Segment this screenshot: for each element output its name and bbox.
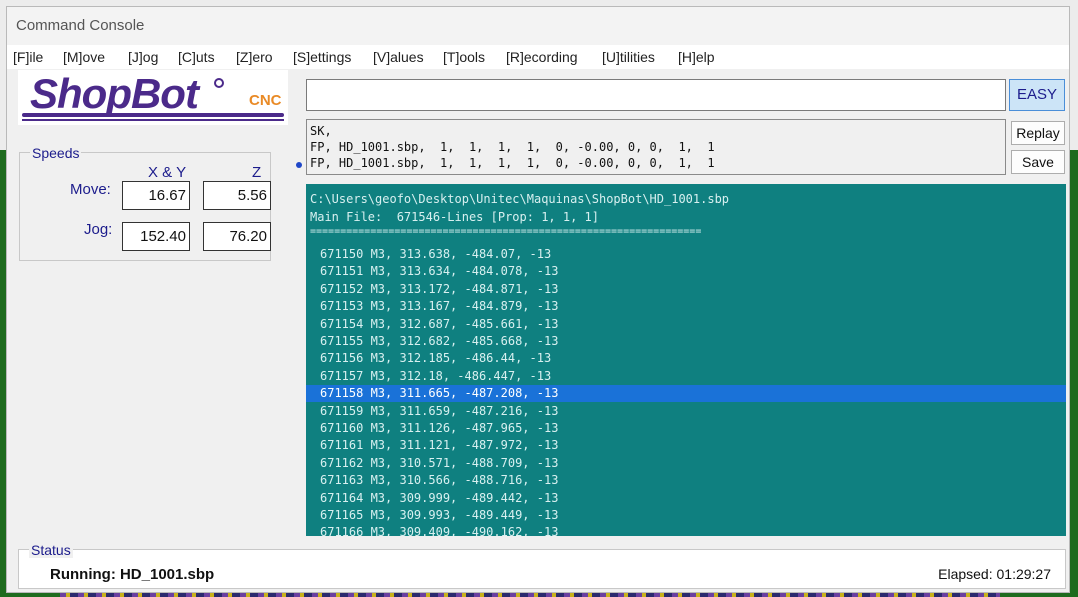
menu-recording[interactable]: [R]ecording bbox=[506, 49, 578, 65]
status-elapsed: Elapsed: 01:29:27 bbox=[938, 566, 1051, 582]
menu-utilities[interactable]: [U]tilities bbox=[602, 49, 655, 65]
menu-zero[interactable]: [Z]ero bbox=[236, 49, 273, 65]
menu-bar: [F]ile [M]ove [J]og [C]uts [Z]ero [S]ett… bbox=[7, 45, 1069, 69]
console-line[interactable]: 671161 M3, 311.121, -487.972, -13 bbox=[306, 437, 1066, 454]
history-line: FP, HD_1001.sbp, 1, 1, 1, 1, 0, -0.00, 0… bbox=[310, 156, 715, 170]
console-line[interactable]: 671151 M3, 313.634, -484.078, -13 bbox=[306, 263, 1066, 280]
menu-file[interactable]: [F]ile bbox=[13, 49, 43, 65]
move-z-field[interactable]: 5.56 bbox=[203, 181, 271, 210]
jog-z-field[interactable]: 76.20 bbox=[203, 222, 271, 251]
easy-button[interactable]: EASY bbox=[1009, 79, 1065, 111]
console-line[interactable]: 671163 M3, 310.566, -488.716, -13 bbox=[306, 472, 1066, 489]
speeds-group: Speeds X & Y Z Move: Jog: 16.67 5.56 152… bbox=[19, 145, 271, 261]
console-line[interactable]: 671160 M3, 311.126, -487.965, -13 bbox=[306, 420, 1066, 437]
console-line[interactable]: 671155 M3, 312.682, -485.668, -13 bbox=[306, 333, 1066, 350]
command-input[interactable] bbox=[306, 79, 1006, 111]
menu-help[interactable]: [H]elp bbox=[678, 49, 715, 65]
z-header: Z bbox=[252, 164, 262, 181]
console-separator: ========================================… bbox=[310, 226, 702, 237]
menu-jog[interactable]: [J]og bbox=[128, 49, 158, 65]
jog-label: Jog: bbox=[84, 221, 113, 238]
window-title: Command Console bbox=[7, 7, 1069, 45]
menu-cuts[interactable]: [C]uts bbox=[178, 49, 215, 65]
logo-cnc: CNC bbox=[249, 92, 282, 109]
logo-underline bbox=[22, 113, 284, 117]
console-line[interactable]: 671162 M3, 310.571, -488.709, -13 bbox=[306, 455, 1066, 472]
command-history[interactable]: SK, FP, HD_1001.sbp, 1, 1, 1, 1, 0, -0.0… bbox=[306, 119, 1006, 175]
console-line[interactable]: 671152 M3, 313.172, -484.871, -13 bbox=[306, 281, 1066, 298]
status-running: Running: HD_1001.sbp bbox=[50, 566, 215, 583]
speeds-legend: Speeds bbox=[30, 145, 82, 161]
console-main-file: Main File: 671546-Lines [Prop: 1, 1, 1] bbox=[310, 210, 599, 224]
move-label: Move: bbox=[70, 181, 111, 198]
console-line[interactable]: 671153 M3, 313.167, -484.879, -13 bbox=[306, 298, 1066, 315]
menu-values[interactable]: [V]alues bbox=[373, 49, 424, 65]
command-console-window: Command Console [F]ile [M]ove [J]og [C]u… bbox=[6, 6, 1070, 593]
console-file-path: C:\Users\geofo\Desktop\Unitec\Maquinas\S… bbox=[310, 192, 730, 206]
console-line[interactable]: 671156 M3, 312.185, -486.44, -13 bbox=[306, 350, 1066, 367]
history-line: FP, HD_1001.sbp, 1, 1, 1, 1, 0, -0.00, 0… bbox=[310, 140, 715, 154]
xy-header: X & Y bbox=[148, 164, 187, 181]
history-line: SK, bbox=[310, 124, 332, 138]
console-line[interactable]: 671166 M3, 309.409, -490.162, -13 bbox=[306, 524, 1066, 536]
logo-underline-thin bbox=[22, 119, 284, 121]
console-line-selected[interactable]: 671158 M3, 311.665, -487.208, -13 bbox=[306, 385, 1066, 403]
console-line[interactable]: 671154 M3, 312.687, -485.661, -13 bbox=[306, 316, 1066, 333]
menu-settings[interactable]: [S]ettings bbox=[293, 49, 351, 65]
status-legend: Status bbox=[29, 542, 73, 558]
move-xy-field[interactable]: 16.67 bbox=[122, 181, 190, 210]
logo-brand: ShopBot bbox=[30, 70, 199, 117]
console-line[interactable]: 671164 M3, 309.999, -489.442, -13 bbox=[306, 490, 1066, 507]
console-line[interactable]: 671159 M3, 311.659, -487.216, -13 bbox=[306, 403, 1066, 420]
console-line[interactable]: 671157 M3, 312.18, -486.447, -13 bbox=[306, 368, 1066, 385]
shopbot-logo: ShopBot CNC bbox=[18, 70, 288, 125]
status-group: Status Running: HD_1001.sbp Elapsed: 01:… bbox=[18, 542, 1066, 589]
file-console[interactable]: C:\Users\geofo\Desktop\Unitec\Maquinas\S… bbox=[306, 184, 1066, 536]
replay-button[interactable]: Replay bbox=[1011, 121, 1065, 145]
menu-move[interactable]: [M]ove bbox=[63, 49, 105, 65]
jog-xy-field[interactable]: 152.40 bbox=[122, 222, 190, 251]
save-button[interactable]: Save bbox=[1011, 150, 1065, 174]
registered-icon bbox=[214, 78, 224, 88]
console-line[interactable]: 671165 M3, 309.993, -489.449, -13 bbox=[306, 507, 1066, 524]
console-line[interactable]: 671150 M3, 313.638, -484.07, -13 bbox=[306, 246, 1066, 263]
menu-tools[interactable]: [T]ools bbox=[443, 49, 485, 65]
current-line-marker-icon bbox=[296, 162, 302, 168]
